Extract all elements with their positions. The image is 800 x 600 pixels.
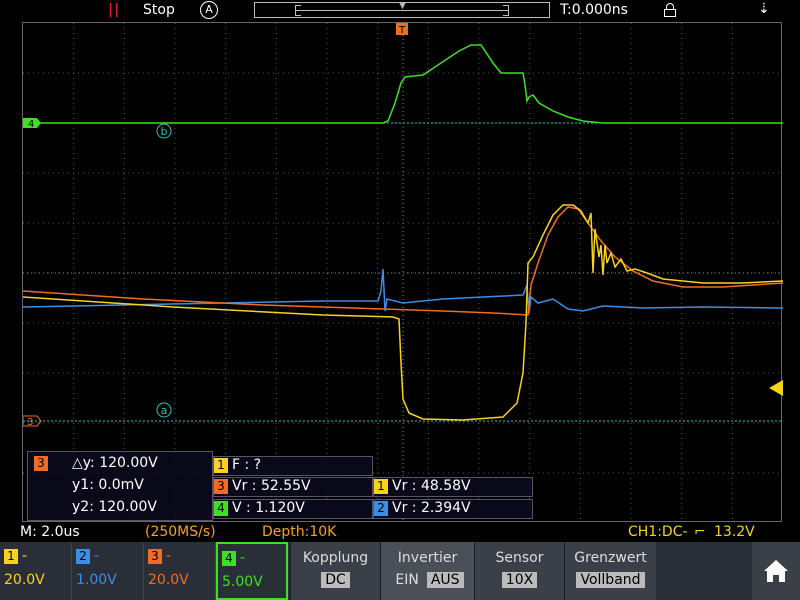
- ch1-trace: [23, 204, 783, 421]
- trigger-mode-icon[interactable]: A: [200, 1, 218, 19]
- home-icon: [764, 560, 788, 582]
- cursor-a-label: a: [161, 404, 168, 417]
- measurement-ch4-v: 4V : 1.120V: [213, 499, 373, 519]
- timebase-position-bar[interactable]: ▼: [254, 1, 550, 18]
- channel-3-button[interactable]: 3- 20.0V: [144, 542, 216, 600]
- cursor-delta-y: △y: 120.00V: [72, 455, 158, 471]
- usb-icon: ⇣: [758, 1, 770, 17]
- channel-2-button[interactable]: 2- 1.00V: [72, 542, 144, 600]
- svg-text:T: T: [398, 25, 406, 36]
- time-offset: T:0.000ns: [560, 2, 628, 18]
- cursor-b-label: b: [161, 125, 168, 138]
- acquisition-info-row: M: 2.0us (250MS/s) Depth:10K CH1:DC- ⌐ 1…: [0, 523, 800, 541]
- pause-icon: ||: [108, 2, 121, 18]
- trigger-level: 13.2V: [714, 524, 755, 540]
- measurement-ch3-vr: 3 Vr : 52.55V: [213, 477, 373, 497]
- cursor-y1: y1: 0.0mV: [72, 477, 144, 493]
- measurement-freq: 1F : ?: [213, 456, 373, 476]
- waveform-canvas: b a 4 3 T: [23, 23, 783, 523]
- bottom-menu: 1- 20.0V 2- 1.00V 3- 20.0V 4- 5.00V Kopp…: [0, 542, 800, 600]
- channel-1-button[interactable]: 1- 20.0V: [0, 542, 72, 600]
- lock-icon[interactable]: [664, 3, 676, 17]
- cursor-readout-box: 3 △y: 120.00V y1: 0.0mV y2: 120.00V: [27, 451, 213, 521]
- cursor-channel-tag: 3: [34, 456, 48, 471]
- measurement-ch2-vr: 2 Vr : 2.394V: [373, 499, 533, 519]
- measurement-ch1-vr: 1 Vr : 48.58V: [373, 477, 533, 497]
- trigger-info: CH1:DC-: [628, 524, 688, 540]
- kopplung-button[interactable]: Kopplung DC: [290, 542, 380, 600]
- waveform-display[interactable]: b a 4 3 T 3 △y: 120.00V y1: 0.0mV y2: 12…: [22, 22, 783, 523]
- run-state: Stop: [143, 2, 175, 18]
- svg-text:3: 3: [27, 417, 33, 428]
- trigger-level-marker: [769, 380, 783, 396]
- trigger-edge-icon: ⌐: [694, 524, 706, 540]
- grenzwert-button[interactable]: Grenzwert Vollband: [564, 542, 656, 600]
- timebase: M: 2.0us: [20, 524, 80, 540]
- channel-4-button[interactable]: 4- 5.00V: [216, 542, 288, 600]
- svg-text:4: 4: [28, 119, 34, 130]
- top-status-bar: || Stop A ▼ T:0.000ns ⇣: [0, 0, 800, 22]
- home-button[interactable]: [752, 542, 800, 600]
- sensor-button[interactable]: Sensor 10X: [474, 542, 564, 600]
- memory-depth: Depth:10K: [262, 524, 337, 540]
- trigger-position-marker-icon: ▼: [399, 1, 406, 11]
- sample-rate: (250MS/s): [145, 524, 216, 540]
- cursor-y2: y2: 120.00V: [72, 499, 157, 515]
- invertier-button[interactable]: Invertier EIN AUS: [380, 542, 474, 600]
